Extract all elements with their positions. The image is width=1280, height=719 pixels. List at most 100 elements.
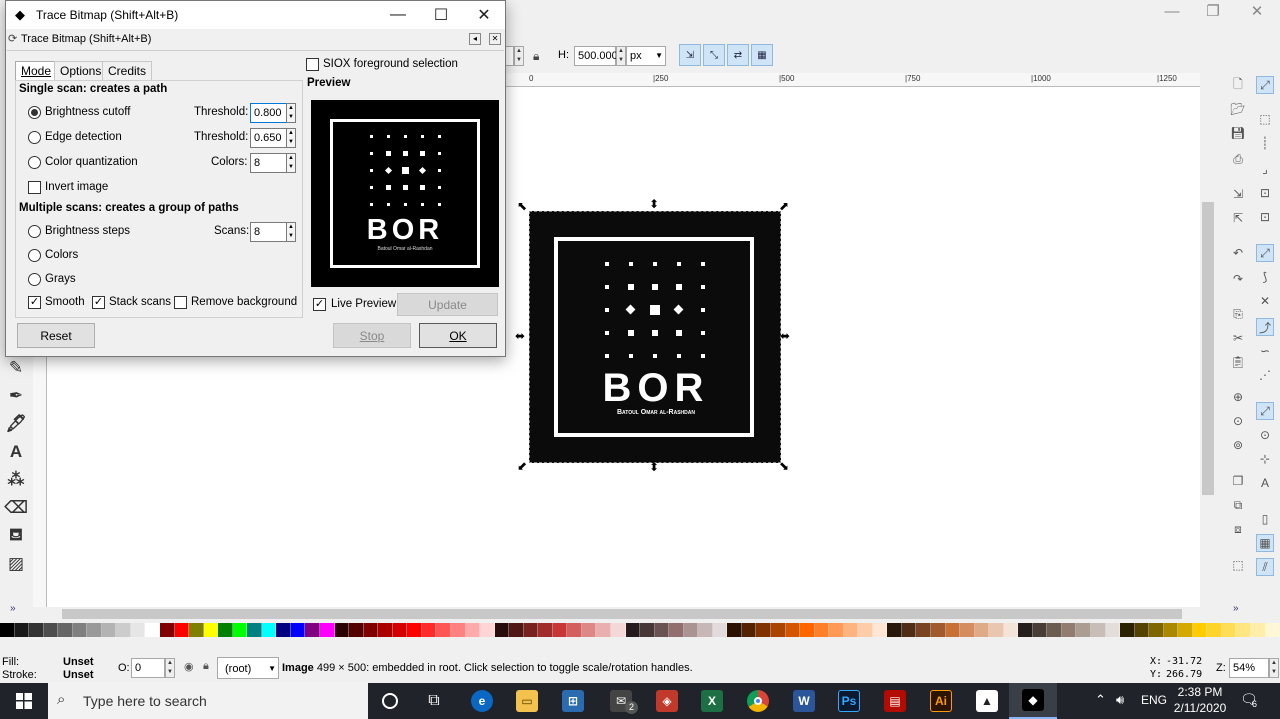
palette-swatch[interactable] (916, 623, 931, 637)
palette-swatch[interactable] (14, 623, 30, 637)
palette-swatch[interactable] (320, 623, 335, 637)
palette-swatch[interactable] (218, 623, 233, 637)
duplicate-icon[interactable]: ❐ (1229, 472, 1247, 490)
palette-swatch[interactable] (232, 623, 248, 637)
unit-select[interactable]: px ▼ (626, 46, 666, 66)
palette-swatch[interactable] (1120, 623, 1135, 637)
paste-icon[interactable]: 📋︎ (1229, 353, 1247, 371)
lock-icon[interactable]: 🔒︎ (533, 49, 539, 64)
search-box[interactable]: ⌕ Type here to search (48, 683, 368, 719)
group-icon[interactable]: ⬚ (1229, 556, 1247, 574)
stroke-value[interactable]: Unset (63, 669, 94, 681)
ok-button[interactable]: OK (419, 323, 497, 348)
palette-swatch[interactable] (1192, 623, 1208, 637)
siox-checkbox[interactable] (306, 58, 319, 71)
palette-swatch[interactable] (349, 623, 364, 637)
palette-swatch[interactable] (378, 623, 393, 637)
palette-swatch[interactable] (523, 623, 539, 637)
grays-option-label[interactable]: Grays (45, 273, 76, 285)
inkscape-taskbar-button[interactable]: ◆ (1009, 683, 1057, 719)
scale-handle-ne[interactable]: ⬈ (779, 199, 789, 213)
zoom-spinner[interactable]: ▲ ▼ (1269, 658, 1279, 678)
palette-swatch[interactable] (1134, 623, 1150, 637)
vertical-scroll-thumb[interactable] (1202, 202, 1214, 495)
palette-swatch[interactable] (1163, 623, 1179, 637)
palette-swatch[interactable] (58, 623, 73, 637)
palette-swatch[interactable] (1076, 623, 1092, 637)
palette-swatch[interactable] (858, 623, 873, 637)
volume-icon[interactable]: 🔊︎ (1116, 692, 1124, 708)
acrobat-taskbar-button[interactable]: ▤ (871, 683, 919, 719)
stack-scans-label[interactable]: Stack scans (109, 296, 171, 308)
unlink-clone-icon[interactable]: ⧈ (1229, 520, 1247, 538)
snap-midpoints-icon[interactable]: ⋰ (1256, 366, 1274, 384)
text-tool-icon[interactable]: A (4, 440, 28, 464)
brightness-steps-label[interactable]: Brightness steps (45, 225, 130, 237)
invert-image-label[interactable]: Invert image (45, 181, 108, 193)
reset-button[interactable]: Reset (17, 323, 95, 348)
palette-swatch[interactable] (203, 623, 219, 637)
palette-swatch[interactable] (290, 623, 306, 637)
palette-swatch[interactable] (421, 623, 437, 637)
edge-threshold-spinner[interactable]: ▲ ▼ (286, 128, 296, 148)
palette-swatch[interactable] (1178, 623, 1193, 637)
snap-text-baseline-icon[interactable]: A (1256, 474, 1274, 492)
palette-swatch[interactable] (145, 623, 161, 637)
scale-corners-toggle[interactable]: ⤡ (703, 44, 725, 66)
remove-background-checkbox[interactable] (174, 296, 187, 309)
stack-scans-checkbox[interactable]: ✓ (92, 296, 105, 309)
scale-handle-se[interactable]: ⬊ (779, 459, 789, 473)
palette-swatch[interactable] (901, 623, 917, 637)
invert-image-checkbox[interactable] (28, 181, 41, 194)
print-icon[interactable]: ⎙ (1229, 150, 1247, 168)
dialog-maximize-button[interactable]: ☐ (419, 4, 463, 26)
brightness-threshold-spinner[interactable]: ▲ ▼ (286, 103, 296, 123)
palette-swatch[interactable] (160, 623, 175, 637)
palette-swatch[interactable] (974, 623, 990, 637)
move-gradients-toggle[interactable]: ⇄ (727, 44, 749, 66)
palette-swatch[interactable] (1061, 623, 1077, 637)
import-icon[interactable]: ⇲ (1229, 185, 1247, 203)
new-document-icon[interactable]: 🗋 (1229, 76, 1247, 94)
scale-handle-sw[interactable]: ⬋ (517, 459, 527, 473)
sketchup-taskbar-button[interactable]: ◈ (643, 683, 691, 719)
palette-swatch[interactable] (363, 623, 379, 637)
dialog-minimize-button[interactable]: — (376, 4, 420, 26)
selected-bitmap[interactable]: BOR Batoul Omar al-Rashdan (529, 211, 781, 463)
brightness-cutoff-radio[interactable] (28, 106, 41, 119)
zoom-field[interactable]: 54% (1229, 658, 1269, 678)
palette-swatch[interactable] (1091, 623, 1106, 637)
snap-smooth-nodes-icon[interactable]: ∽ (1256, 342, 1274, 360)
palette-swatch[interactable] (87, 623, 102, 637)
snap-bbox-corners-icon[interactable]: ⌟ (1256, 160, 1274, 178)
main-restore-button[interactable]: ❐ (1190, 0, 1236, 22)
store-taskbar-button[interactable]: ⊞ (549, 683, 597, 719)
palette-swatch[interactable] (305, 623, 321, 637)
horizontal-scrollbar[interactable] (47, 607, 1200, 621)
main-minimize-button[interactable]: — (1149, 0, 1195, 22)
palette-swatch[interactable] (436, 623, 451, 637)
color-palette[interactable] (0, 623, 1280, 637)
colors-field[interactable]: 8 (250, 153, 288, 173)
palette-swatch[interactable] (625, 623, 641, 637)
cortana-button[interactable] (366, 683, 414, 719)
palette-swatch[interactable] (770, 623, 786, 637)
show-hidden-icons-icon[interactable]: ⌃ (1095, 692, 1106, 708)
move-patterns-toggle[interactable]: ▦ (751, 44, 773, 66)
snap-object-centers-icon[interactable]: ⊙ (1256, 426, 1274, 444)
palette-swatch[interactable] (1236, 623, 1252, 637)
cut-icon[interactable]: ✂ (1229, 329, 1247, 347)
snap-others-icon[interactable]: ⤢ (1256, 402, 1274, 420)
palette-swatch[interactable] (29, 623, 44, 637)
color-quantization-radio[interactable] (28, 156, 41, 169)
scale-stroke-toggle[interactable]: ⇲ (679, 44, 701, 66)
vertical-scrollbar[interactable] (1200, 87, 1216, 607)
photos-taskbar-button[interactable]: ▲ (963, 683, 1011, 719)
colors-option-label[interactable]: Colors (45, 249, 78, 261)
edge-taskbar-button[interactable]: e (458, 683, 506, 719)
palette-swatch[interactable] (741, 623, 757, 637)
expand-toolbox-icon[interactable]: » (10, 603, 16, 614)
opacity-field[interactable]: 0 (131, 658, 165, 678)
colors-radio[interactable] (28, 249, 41, 262)
palette-swatch[interactable] (552, 623, 568, 637)
